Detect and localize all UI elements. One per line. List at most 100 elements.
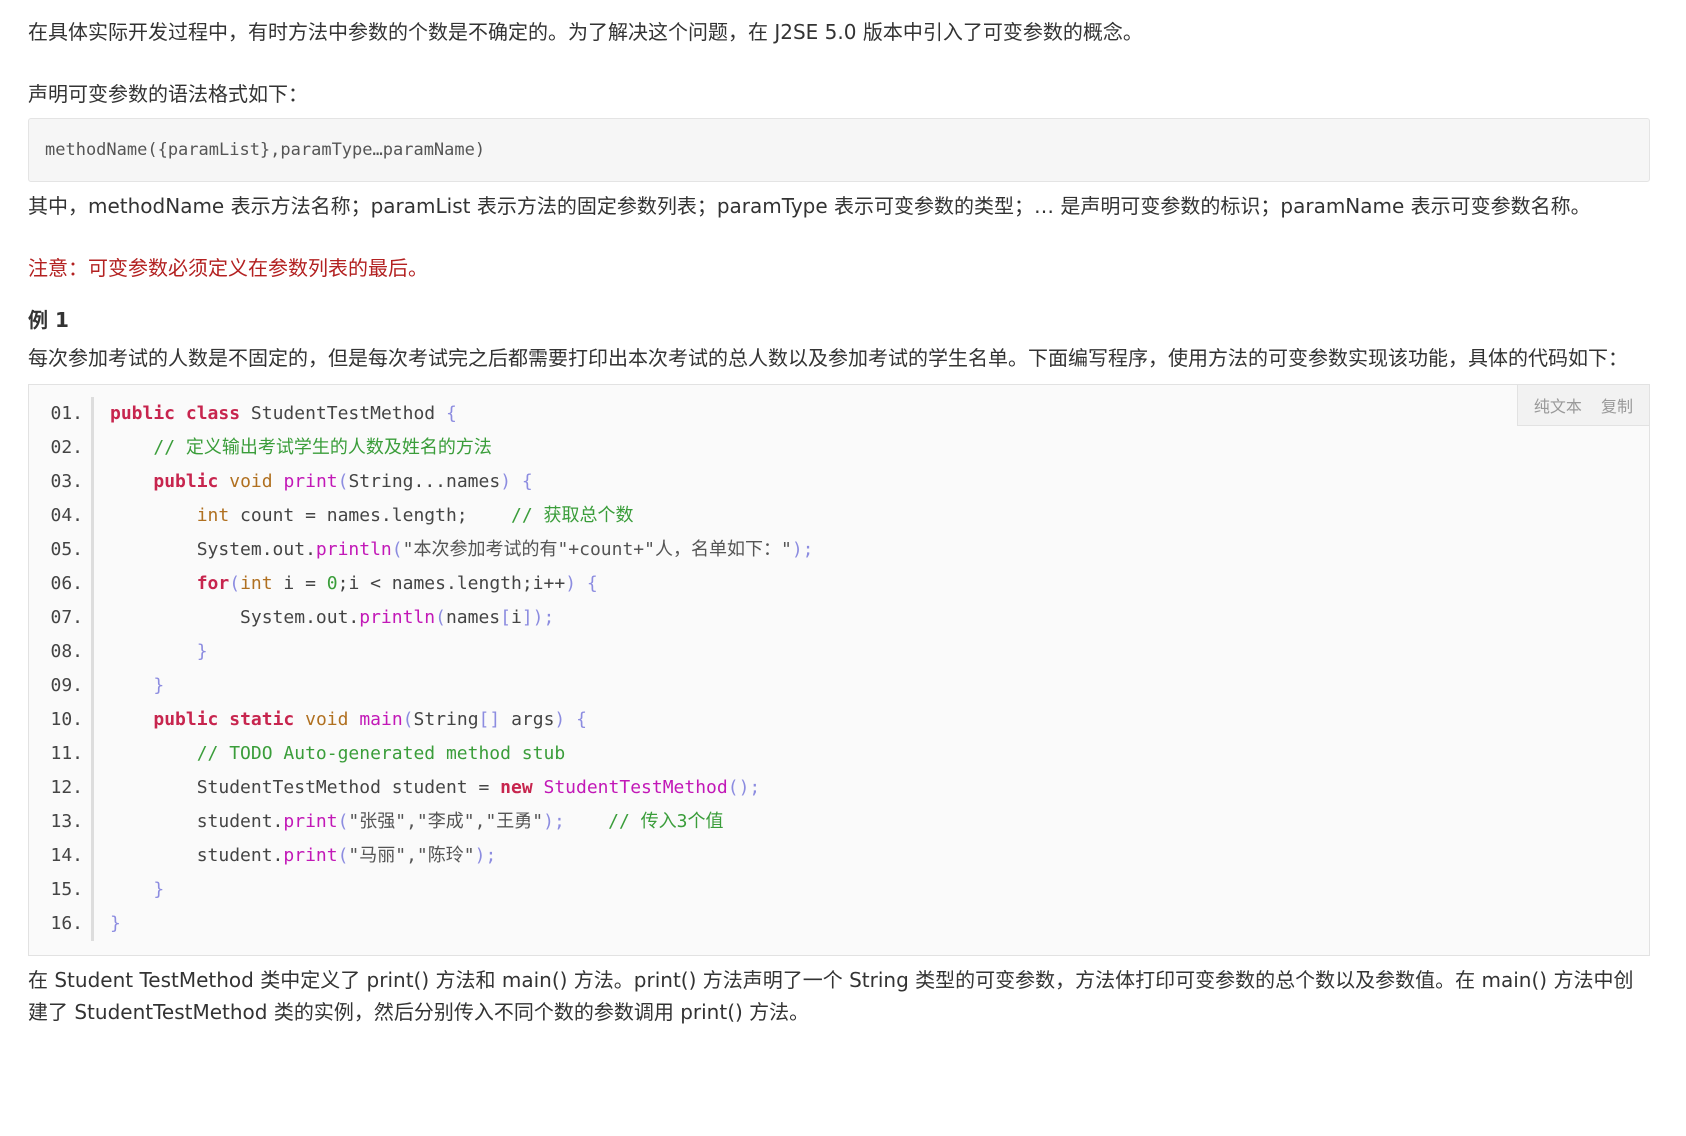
code-line: 06. for(int i = 0;i < names.length;i++) … bbox=[29, 567, 1649, 601]
code-token: for bbox=[196, 573, 230, 594]
code-token: public bbox=[110, 403, 176, 424]
code-token: void bbox=[229, 471, 273, 492]
code-token: StudentTestMethod bbox=[240, 403, 446, 424]
code-token: void bbox=[305, 709, 349, 730]
code-line: 13. student.print("张强","李成","王勇"); // 传入… bbox=[29, 805, 1649, 839]
code-token: // 定义输出考试学生的人数及姓名的方法 bbox=[153, 437, 492, 458]
article-body: 在具体实际开发过程中，有时方法中参数的个数是不确定的。为了解决这个问题，在 J2… bbox=[0, 0, 1650, 1028]
code-token: "张强","李成","王勇" bbox=[348, 811, 544, 832]
code-line: 09. } bbox=[29, 669, 1649, 703]
line-number: 05. bbox=[29, 533, 94, 567]
code-token: ( bbox=[337, 845, 349, 866]
line-number: 12. bbox=[29, 771, 94, 805]
code-text: StudentTestMethod student = new StudentT… bbox=[94, 771, 761, 805]
code-token: args bbox=[500, 709, 555, 730]
line-number: 15. bbox=[29, 873, 94, 907]
example-description-paragraph: 每次参加考试的人数是不固定的，但是每次考试完之后都需要打印出本次考试的总人数以及… bbox=[28, 346, 1628, 370]
code-token: StudentTestMethod bbox=[543, 777, 728, 798]
code-line: 08. } bbox=[29, 635, 1649, 669]
code-token: } bbox=[110, 913, 121, 934]
code-text: public void print(String...names) { bbox=[94, 465, 533, 499]
code-token: public bbox=[153, 471, 219, 492]
code-token: public bbox=[153, 709, 219, 730]
line-number: 01. bbox=[29, 397, 94, 431]
code-token: println bbox=[359, 607, 436, 628]
line-number: 06. bbox=[29, 567, 94, 601]
line-number: 11. bbox=[29, 737, 94, 771]
code-token: "马丽","陈玲" bbox=[348, 845, 475, 866]
line-number: 14. bbox=[29, 839, 94, 873]
line-number: 02. bbox=[29, 431, 94, 465]
code-token: [] bbox=[478, 709, 501, 730]
code-token: i bbox=[510, 607, 522, 628]
copy-button[interactable]: 复制 bbox=[1601, 397, 1633, 416]
code-token: [ bbox=[500, 607, 511, 628]
line-number: 08. bbox=[29, 635, 94, 669]
code-toolbar: 纯文本 复制 bbox=[1516, 385, 1649, 426]
code-line: 14. student.print("马丽","陈玲"); bbox=[29, 839, 1649, 873]
plain-text-button[interactable]: 纯文本 bbox=[1534, 397, 1582, 416]
code-text: public class StudentTestMethod { bbox=[94, 397, 457, 431]
code-text: student.print("马丽","陈玲"); bbox=[94, 839, 497, 873]
code-token: print bbox=[283, 845, 338, 866]
code-token: System.out. bbox=[110, 607, 360, 628]
code-text: public static void main(String[] args) { bbox=[94, 703, 587, 737]
line-number: 16. bbox=[29, 907, 94, 941]
code-line: 10. public static void main(String[] arg… bbox=[29, 703, 1649, 737]
code-token: int bbox=[196, 505, 230, 526]
code-token: int bbox=[240, 573, 273, 594]
code-token: ) bbox=[565, 573, 577, 594]
line-number: 13. bbox=[29, 805, 94, 839]
code-line: 03. public void print(String...names) { bbox=[29, 465, 1649, 499]
code-token: println bbox=[315, 539, 392, 560]
code-token: ) bbox=[500, 471, 512, 492]
code-token: // 获取总个数 bbox=[510, 505, 634, 526]
note-paragraph: 注意：可变参数必须定义在参数列表的最后。 bbox=[28, 256, 428, 280]
code-token: { bbox=[445, 403, 457, 424]
code-token: // 传入3个值 bbox=[608, 811, 724, 832]
example-heading: 例 1 bbox=[28, 308, 69, 332]
line-number: 03. bbox=[29, 465, 94, 499]
code-token: count = names.length; bbox=[229, 505, 511, 526]
code-text: student.print("张强","李成","王勇"); // 传入3个值 bbox=[94, 805, 724, 839]
code-token: ( bbox=[337, 471, 349, 492]
code-token: { bbox=[521, 471, 533, 492]
code-token: student. bbox=[110, 845, 284, 866]
syntax-intro-paragraph: 声明可变参数的语法格式如下： bbox=[28, 82, 308, 106]
code-line: 12. StudentTestMethod student = new Stud… bbox=[29, 771, 1649, 805]
code-token: main bbox=[359, 709, 403, 730]
code-token: static bbox=[229, 709, 295, 730]
code-line: 01. public class StudentTestMethod { bbox=[29, 397, 1649, 431]
code-token: ) bbox=[554, 709, 566, 730]
code-token: ( bbox=[402, 709, 414, 730]
code-line: 04. int count = names.length; // 获取总个数 bbox=[29, 499, 1649, 533]
code-text: int count = names.length; // 获取总个数 bbox=[94, 499, 634, 533]
code-token: student. bbox=[110, 811, 284, 832]
intro-paragraph: 在具体实际开发过程中，有时方法中参数的个数是不确定的。为了解决这个问题，在 J2… bbox=[28, 20, 1143, 44]
code-token: names bbox=[445, 607, 501, 628]
code-line: 02. // 定义输出考试学生的人数及姓名的方法 bbox=[29, 431, 1649, 465]
code-text: } bbox=[94, 907, 121, 941]
code-token: { bbox=[586, 573, 598, 594]
code-token: System.out. bbox=[110, 539, 316, 560]
code-token: String...names bbox=[348, 471, 501, 492]
code-text: // 定义输出考试学生的人数及姓名的方法 bbox=[94, 431, 492, 465]
code-token: new bbox=[500, 777, 533, 798]
code-text: for(int i = 0;i < names.length;i++) { bbox=[94, 567, 598, 601]
code-block: 纯文本 复制 01. public class StudentTestMethod… bbox=[28, 384, 1650, 956]
line-number: 04. bbox=[29, 499, 94, 533]
code-text: } bbox=[94, 669, 164, 703]
